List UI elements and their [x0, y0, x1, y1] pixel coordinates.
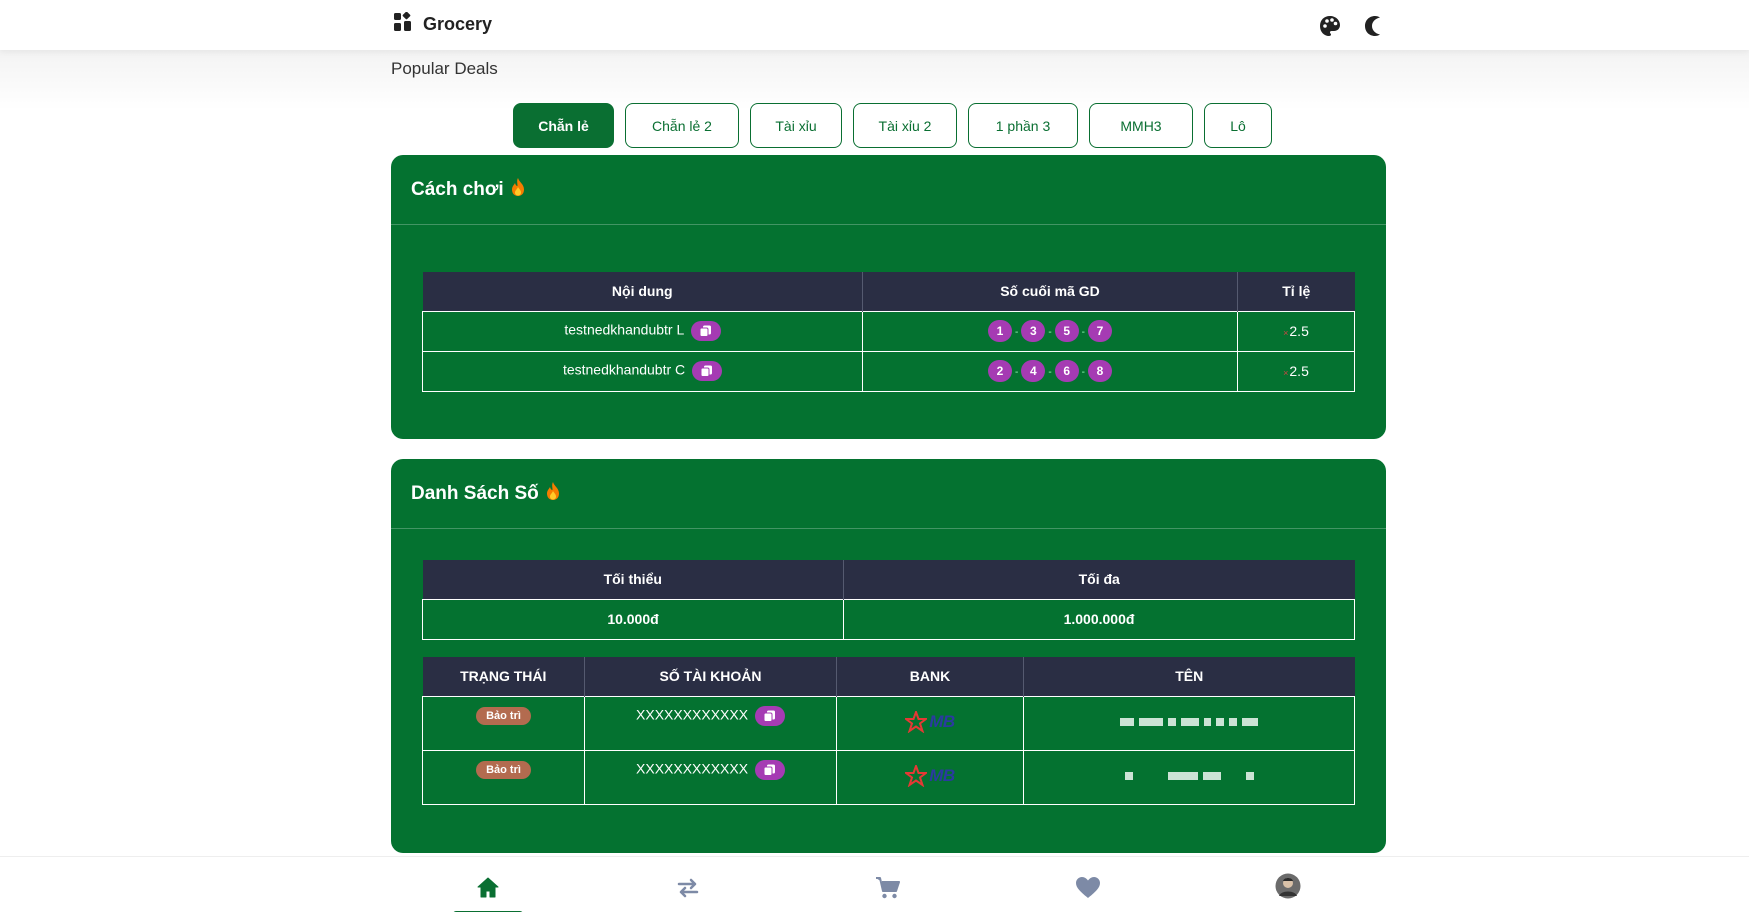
rate-cell: ×2.5 [1237, 310, 1355, 352]
number-badge: 6 [1054, 360, 1079, 382]
bank-cell: MB [836, 749, 1024, 805]
copy-icon[interactable] [754, 759, 785, 780]
column-header: SỐ TÀI KHOẢN [584, 657, 837, 696]
numbers-cell: 1-3-5-7 [862, 310, 1238, 352]
palette-icon[interactable] [1318, 14, 1342, 38]
card-title: Cách chơi [411, 178, 504, 200]
bank-cell: MB [836, 695, 1024, 751]
table-row: testnedkhandubtr L 1-3-5-7 ×2.5 [422, 310, 1355, 352]
bottom-nav [0, 856, 1749, 912]
column-header: Tối thiểu [422, 560, 844, 599]
table-row: 10.000đ 1.000.000đ [422, 598, 1355, 640]
tab-mmh3[interactable]: MMH3 [1089, 103, 1193, 148]
number-badge: 8 [1088, 360, 1113, 382]
max-value: 1.000.000đ [843, 598, 1355, 640]
column-header: Số cuối mã GD [862, 272, 1238, 311]
number-list-card: Danh Sách Số Tối thiểu Tối đa 10.000đ 1.… [391, 459, 1386, 853]
brand[interactable]: Grocery [393, 11, 493, 37]
card-header: Cách chơi [391, 155, 1386, 225]
number-badge: 2 [987, 360, 1012, 382]
how-to-play-card: Cách chơi Nội dung Số cuối mã GD Tỉ lệ t… [391, 155, 1386, 439]
table-row: Bảo trì XXXXXXXXXXXX MB [422, 749, 1355, 805]
min-value: 10.000đ [422, 598, 844, 640]
rate-value: 2.5 [1289, 323, 1309, 339]
name-cell [1023, 695, 1355, 751]
fire-icon [510, 177, 526, 203]
content-text: testnedkhandubtr L [564, 321, 684, 338]
tab-tai-xiu[interactable]: Tài xỉu [750, 103, 842, 148]
table-row: Bảo trì XXXXXXXXXXXX MB [422, 695, 1355, 751]
top-bar: Grocery [0, 0, 1749, 50]
masked-name [1124, 771, 1254, 780]
multiply-icon: × [1283, 328, 1289, 338]
rate-value: 2.5 [1289, 363, 1309, 379]
content-cell: testnedkhandubtr C [422, 350, 863, 392]
copy-icon[interactable] [692, 361, 723, 381]
cart-icon[interactable] [875, 875, 901, 901]
how-to-play-table: Nội dung Số cuối mã GD Tỉ lệ testnedkhan… [422, 272, 1355, 392]
number-badge: 4 [1021, 360, 1046, 382]
status-cell: Bảo trì [422, 749, 585, 805]
home-icon[interactable] [475, 875, 501, 901]
status-badge: Bảo trì [476, 706, 531, 725]
header-fade [0, 50, 1749, 110]
grid-icon [393, 11, 413, 37]
status-badge: Bảo trì [476, 760, 531, 779]
account-number: XXXXXXXXXXXX [636, 706, 749, 723]
transfer-icon[interactable] [675, 875, 701, 901]
card-header: Danh Sách Số [391, 459, 1386, 529]
tab-1-phan-3[interactable]: 1 phần 3 [968, 103, 1078, 148]
heart-icon[interactable] [1075, 875, 1101, 901]
table-row: testnedkhandubtr C 2-4-6-8 ×2.5 [422, 350, 1355, 392]
fire-icon [545, 481, 561, 507]
number-badge: 5 [1054, 320, 1079, 342]
tab-tai-xiu-2[interactable]: Tài xỉu 2 [853, 103, 957, 148]
column-header: TRẠNG THÁI [422, 657, 585, 696]
accounts-table: TRẠNG THÁI SỐ TÀI KHOẢN BANK TÊN Bảo trì… [422, 657, 1355, 805]
number-badge: 7 [1088, 320, 1113, 342]
tab-chan-le[interactable]: Chẵn lẻ [513, 103, 614, 148]
column-header: Tỉ lệ [1237, 272, 1355, 311]
account-number-cell: XXXXXXXXXXXX [584, 749, 837, 805]
name-cell [1023, 749, 1355, 805]
brand-name: Grocery [423, 14, 493, 34]
mb-bank-logo: MB [905, 764, 955, 787]
avatar[interactable] [1275, 873, 1301, 899]
masked-name [1120, 717, 1258, 726]
column-header: TÊN [1023, 657, 1355, 696]
content-text: testnedkhandubtr C [562, 361, 686, 378]
bank-name: MB [929, 765, 955, 785]
game-tabs: Chẵn lẻ Chẵn lẻ 2 Tài xỉu Tài xỉu 2 1 ph… [513, 103, 1272, 148]
bank-name: MB [929, 711, 955, 731]
card-title: Danh Sách Số [411, 482, 539, 504]
numbers-cell: 2-4-6-8 [862, 350, 1238, 392]
copy-icon[interactable] [754, 705, 785, 726]
rate-cell: ×2.5 [1237, 350, 1355, 392]
number-badge: 1 [987, 320, 1012, 342]
limits-table: Tối thiểu Tối đa 10.000đ 1.000.000đ [422, 560, 1355, 640]
moon-icon[interactable] [1360, 14, 1384, 38]
column-header: Nội dung [422, 272, 863, 311]
tab-chan-le-2[interactable]: Chẵn lẻ 2 [625, 103, 739, 148]
multiply-icon: × [1283, 368, 1289, 378]
column-header: BANK [836, 657, 1024, 696]
column-header: Tối đa [843, 560, 1355, 599]
content-cell: testnedkhandubtr L [422, 310, 863, 352]
copy-icon[interactable] [690, 321, 721, 341]
mb-bank-logo: MB [905, 710, 955, 733]
tab-lo[interactable]: Lô [1204, 103, 1272, 148]
status-cell: Bảo trì [422, 695, 585, 751]
number-badge: 3 [1021, 320, 1046, 342]
account-number-cell: XXXXXXXXXXXX [584, 695, 837, 751]
account-number: XXXXXXXXXXXX [636, 760, 749, 777]
section-title: Popular Deals [391, 59, 498, 78]
